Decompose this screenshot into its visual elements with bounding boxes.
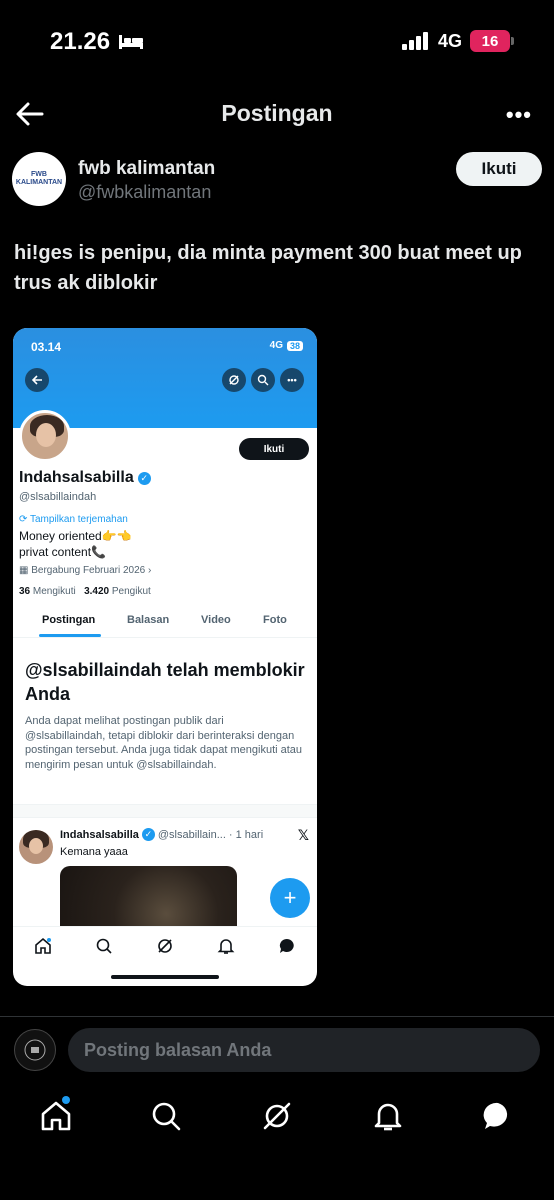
tweet-text: Kemana yaaa (60, 846, 128, 858)
image-status-time: 03.14 (31, 340, 62, 354)
profile-joined: ▦ Bergabung Februari 2026 › (19, 565, 152, 576)
battery-icon: 16 (470, 30, 514, 52)
following-label: Mengikuti (32, 586, 76, 597)
follow-button[interactable]: Ikuti (456, 152, 542, 186)
author-handle[interactable]: @fwbkalimantan (78, 182, 211, 203)
tweet-verified-icon: ✓ (141, 828, 155, 841)
profile-bio-line1: Money oriented👉👈 (19, 529, 132, 543)
image-grok-nav-icon (158, 939, 172, 953)
translate-icon: ⟳ (19, 514, 30, 525)
status-time-group: 21.26 (50, 28, 144, 56)
following-count: 36 (19, 586, 31, 597)
tweet-author-handle: @slsabillain... (157, 828, 226, 841)
bottom-nav (0, 1090, 554, 1150)
active-tab-indicator (39, 634, 101, 637)
author-name[interactable]: fwb kalimantan (78, 158, 215, 180)
home-notification-dot (62, 1096, 70, 1104)
message-icon[interactable] (482, 1100, 514, 1132)
profile-stats: 36 Mengikuti 3.420 Pengikut (19, 586, 151, 597)
post-image[interactable]: 03.14 4G 38 ••• Ikuti Indahsalsabilla ✓ … (13, 328, 317, 986)
status-time: 21.26 (50, 28, 111, 55)
tweet-time: · 1 hari (228, 828, 264, 841)
bed-icon (119, 35, 144, 49)
image-status-right: 4G 38 (270, 340, 303, 351)
image-bell-icon (217, 939, 235, 954)
profile-avatar (19, 410, 71, 462)
post-author: FWB KALIMANTAN fwb kalimantan @fwbkalima… (12, 152, 542, 214)
x-logo-icon: 𝕏 (297, 827, 309, 843)
page-title: Postingan (221, 100, 333, 126)
section-divider (13, 804, 317, 818)
image-back-icon (25, 368, 49, 392)
more-icon[interactable]: ••• (506, 102, 532, 128)
tab-video: Video (201, 614, 231, 626)
tweet-author-name: Indahsalsabilla (60, 828, 139, 841)
bell-icon[interactable] (372, 1100, 404, 1132)
author-avatar[interactable]: FWB KALIMANTAN (12, 152, 66, 206)
translate-link: ⟳ Tampilkan terjemahan (19, 514, 128, 525)
followers-label: Pengikut (111, 586, 151, 597)
tab-balasan: Balasan (127, 614, 170, 626)
compose-fab-icon: + (270, 878, 310, 918)
blocked-title: @slsabillaindah telah memblokir Anda (25, 660, 305, 704)
top-header: Postingan ••• (0, 90, 554, 140)
verified-icon: ✓ (137, 471, 151, 485)
user-avatar-emblem-icon (24, 1039, 46, 1061)
tweet-media (60, 866, 237, 926)
image-message-icon (279, 938, 294, 953)
image-follow-button: Ikuti (239, 438, 309, 460)
user-avatar[interactable] (14, 1029, 56, 1071)
image-more-icon: ••• (280, 368, 304, 392)
image-battery: 38 (286, 340, 303, 351)
network-type: 4G (437, 30, 462, 51)
profile-tabs: Postingan Balasan Video Foto (13, 608, 317, 638)
followers-count: 3.420 (84, 586, 110, 597)
image-bottom-nav (13, 926, 317, 964)
signal-icon (401, 32, 428, 50)
reply-input[interactable]: Posting balasan Anda (68, 1028, 540, 1072)
profile-name-row: Indahsalsabilla ✓ (19, 469, 151, 487)
image-network: 4G (269, 340, 283, 351)
blocked-description: Anda dapat melihat postingan publik dari… (25, 715, 303, 771)
tab-postingan: Postingan (42, 614, 96, 626)
image-search-nav-icon (96, 938, 112, 954)
image-search-icon (251, 368, 275, 392)
profile-bio-line2: privat content📞 (19, 545, 106, 559)
home-icon[interactable] (40, 1100, 72, 1132)
image-grok-icon (222, 368, 246, 392)
image-home-indicator (111, 975, 219, 979)
search-icon[interactable] (150, 1100, 182, 1132)
post-text: hi!ges is penipu, dia minta payment 300 … (14, 242, 522, 294)
grok-icon[interactable] (261, 1100, 293, 1132)
tweet-header: Indahsalsabilla ✓ @slsabillain... · 1 ha… (60, 828, 263, 841)
tab-foto: Foto (263, 614, 287, 626)
calendar-icon: ▦ (19, 565, 32, 576)
status-bar: 21.26 4G 16 (0, 0, 554, 84)
battery-level: 16 (481, 32, 499, 50)
status-right: 4G 16 (401, 30, 514, 52)
reply-bar: Posting balasan Anda (0, 1016, 554, 1084)
tweet-avatar (19, 830, 53, 864)
chevron-right-icon: › (145, 565, 152, 576)
profile-handle: @slsabillaindah (19, 491, 97, 503)
profile-name: Indahsalsabilla (19, 469, 134, 486)
author-avatar-logo: FWB KALIMANTAN (15, 171, 63, 186)
image-home-icon (35, 937, 51, 954)
